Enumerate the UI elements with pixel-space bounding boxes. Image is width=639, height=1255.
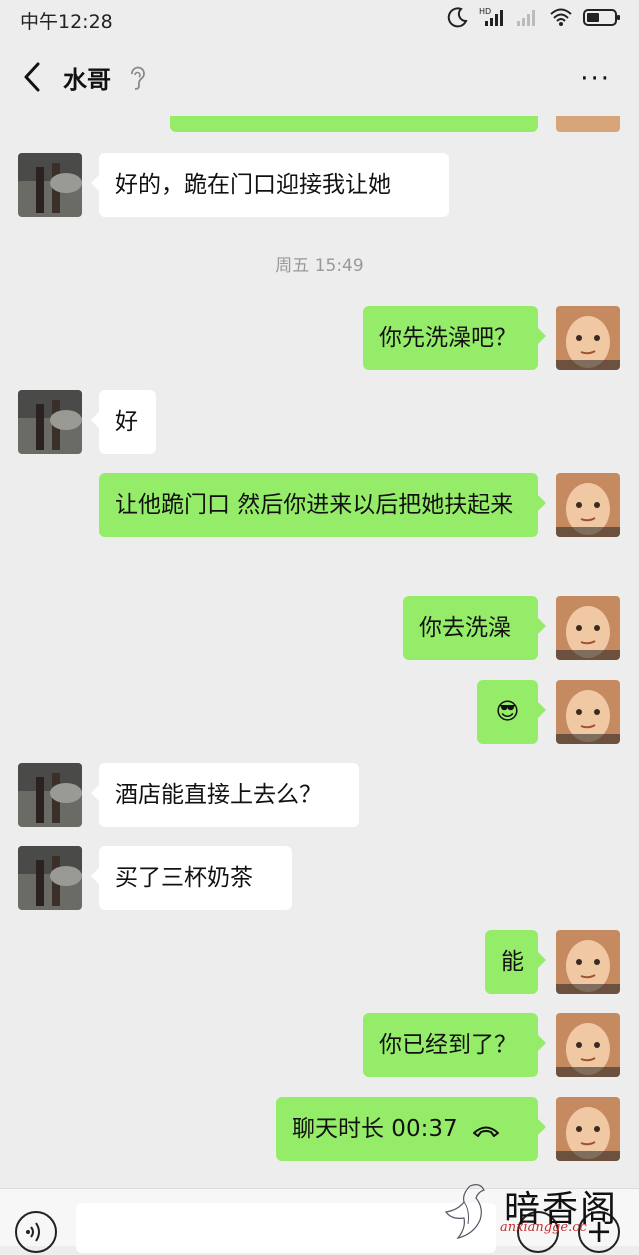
message-text: 你先洗澡吧？ bbox=[379, 325, 517, 351]
avatar-self bbox=[556, 1013, 620, 1077]
message-bubble: 好的，跪在门口迎接我让她 bbox=[91, 153, 449, 217]
battery-icon bbox=[583, 9, 620, 26]
message-text: 让他跪门口 然后你进来以后把她扶起来 bbox=[115, 492, 514, 518]
hd-signal-icon: HD bbox=[479, 7, 503, 26]
avatar-self bbox=[556, 473, 620, 537]
message-text: 你去洗澡 bbox=[419, 615, 511, 641]
message-bubble: 😎 bbox=[477, 680, 546, 744]
wifi-icon bbox=[550, 8, 572, 26]
avatar-contact bbox=[18, 846, 82, 910]
signal-empty-icon bbox=[517, 10, 535, 26]
message-bubble: 你先洗澡吧？ bbox=[363, 306, 546, 370]
message-bubble: 你去洗澡 bbox=[403, 596, 546, 660]
message-bubble: 买了三杯奶茶 bbox=[91, 846, 292, 910]
svg-text:HD: HD bbox=[479, 7, 491, 16]
chat-title: 水哥 bbox=[63, 66, 111, 94]
message-text: 你已经到了？ bbox=[379, 1032, 517, 1058]
avatar-contact bbox=[18, 153, 82, 217]
status-bar: 中午12:28 HD bbox=[0, 0, 639, 38]
voice-icon[interactable] bbox=[15, 1211, 57, 1253]
message-text: 好的，跪在门口迎接我让她 bbox=[115, 172, 391, 198]
message-text: 聊天时长 00:37 bbox=[292, 1116, 458, 1142]
message-bubble-partial bbox=[170, 116, 538, 132]
call-duration-bubble[interactable]: 聊天时长 00:37 bbox=[276, 1097, 546, 1161]
message-text: 能 bbox=[501, 949, 524, 975]
avatar-self bbox=[556, 596, 620, 660]
message-bubble: 让他跪门口 然后你进来以后把她扶起来 bbox=[99, 473, 546, 537]
chat-header: 水哥 ··· bbox=[0, 38, 639, 116]
moon-icon bbox=[447, 7, 468, 28]
avatar-self bbox=[556, 116, 620, 132]
message-bubble: 酒店能直接上去么？ bbox=[91, 763, 359, 827]
watermark-figure-icon bbox=[444, 1184, 485, 1240]
message-input[interactable] bbox=[76, 1203, 496, 1253]
avatar-self bbox=[556, 930, 620, 994]
message-bubble: 好 bbox=[91, 390, 156, 454]
chevron-left-icon[interactable] bbox=[18, 60, 46, 94]
hangup-icon bbox=[472, 1126, 499, 1137]
more-icon[interactable]: ··· bbox=[580, 64, 611, 94]
chat-timestamp: 周五 15:49 bbox=[275, 256, 364, 276]
avatar-contact bbox=[18, 763, 82, 827]
message-list: 好的，跪在门口迎接我让她 周五 15:49 你先洗澡吧？ 好 让他跪门口 然后你… bbox=[0, 116, 639, 1188]
message-bubble: 你已经到了？ bbox=[363, 1013, 546, 1077]
message-text: 酒店能直接上去么？ bbox=[115, 782, 322, 808]
status-time: 中午12:28 bbox=[20, 11, 113, 33]
sunglasses-emoji-icon: 😎 bbox=[495, 699, 520, 725]
watermark: 暗香阁 anxiangge.cc bbox=[440, 1180, 635, 1242]
avatar-contact bbox=[18, 390, 82, 454]
avatar-self bbox=[556, 1097, 620, 1161]
ear-icon bbox=[131, 66, 145, 90]
message-text: 好 bbox=[115, 409, 138, 435]
watermark-url: anxiangge.cc bbox=[500, 1220, 587, 1235]
message-text: 买了三杯奶茶 bbox=[115, 865, 253, 891]
message-bubble: 能 bbox=[485, 930, 546, 994]
avatar-self bbox=[556, 306, 620, 370]
avatar-self bbox=[556, 680, 620, 744]
status-icons: HD bbox=[447, 6, 621, 28]
